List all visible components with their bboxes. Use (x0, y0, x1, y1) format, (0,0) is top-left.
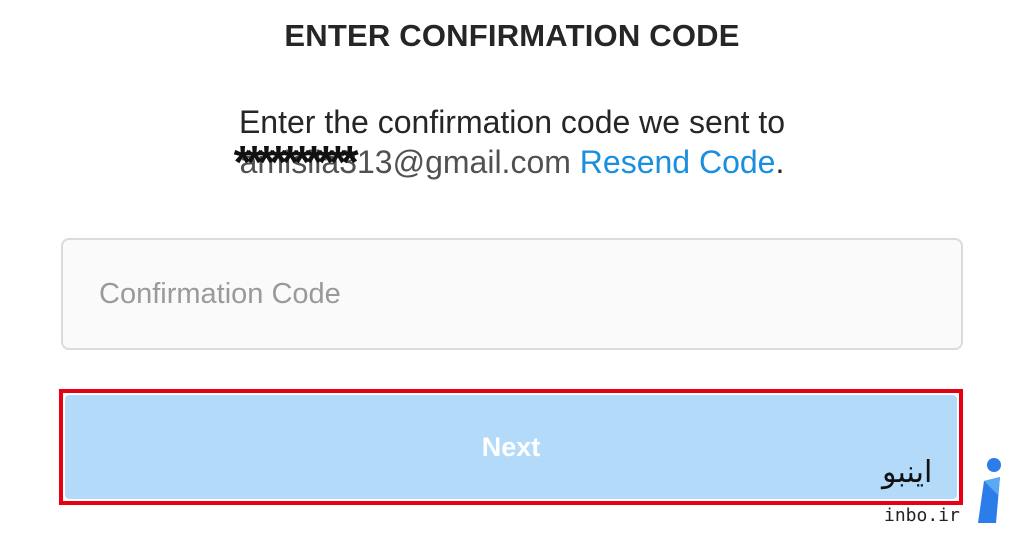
email-address: amisila313@gmail.com (239, 144, 571, 180)
masked-email: amisila313@gmail.com ********** (234, 140, 571, 184)
inbo-logo-icon (978, 458, 1001, 523)
instruction-text: Enter the confirmation code we sent to a… (0, 102, 1024, 184)
confirmation-page: ENTER CONFIRMATION CODE Enter the confir… (0, 0, 1024, 539)
sentence-period: . (775, 144, 785, 180)
resend-code-link[interactable]: Resend Code (580, 144, 776, 180)
watermark-persian-text: اینبو (882, 455, 933, 490)
watermark-domain-text: inbo.ir (884, 505, 960, 526)
confirmation-code-input[interactable] (61, 238, 963, 350)
instruction-line-2: amisila313@gmail.com ********** Resend C… (0, 140, 1024, 184)
instruction-line-1: Enter the confirmation code we sent to (238, 104, 786, 140)
watermark: اینبو inbo.ir (876, 455, 1016, 535)
page-title: ENTER CONFIRMATION CODE (284, 18, 740, 53)
next-button[interactable]: Next (65, 395, 957, 499)
